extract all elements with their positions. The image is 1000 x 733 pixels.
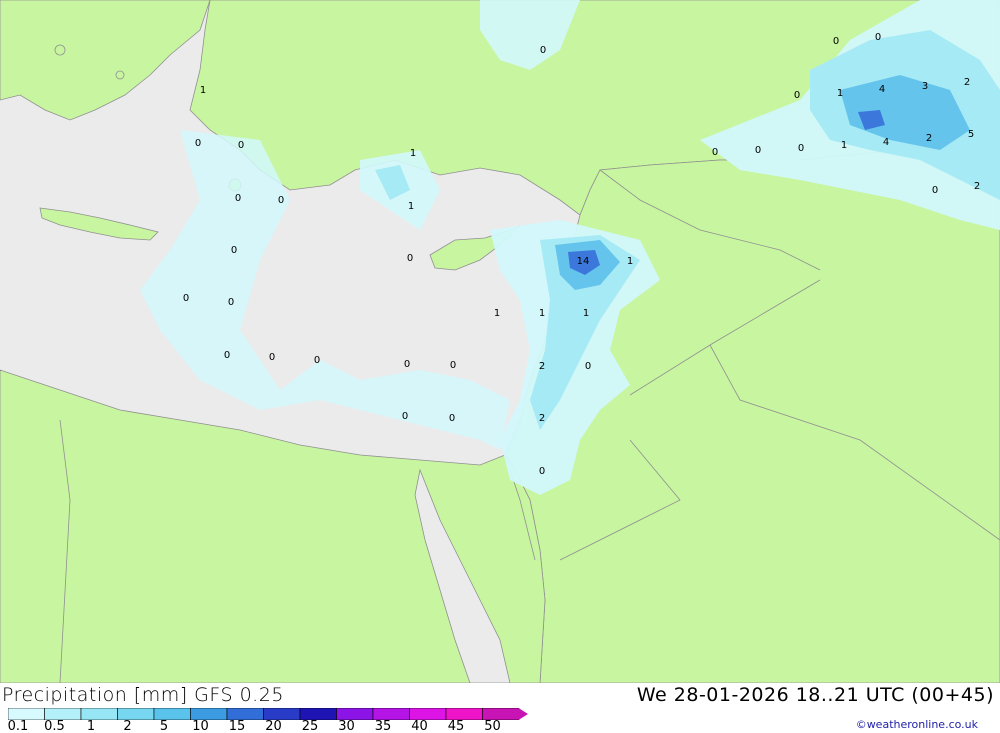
colorbar-ticks: 0.1 0.5 1 2 5 10 15 20 25 30 35 40 45 50 [0, 719, 520, 733]
precip-value-label: 1 [410, 148, 416, 159]
precip-value-label: 0 [450, 360, 456, 371]
precip-value-label: 2 [974, 181, 980, 192]
precip-value-label: 0 [407, 253, 413, 264]
precip-value-label: 4 [879, 84, 885, 95]
precip-value-label: 1 [583, 308, 589, 319]
precip-value-label: 0 [228, 297, 234, 308]
precip-value-label: 2 [926, 133, 932, 144]
precip-value-label: 5 [968, 129, 974, 140]
colorbar-tick-label: 0.5 [44, 719, 65, 733]
map-footer: Precipitation [mm] GFS 0.25 We 28-01-202… [0, 683, 1000, 733]
precip-value-label: 3 [922, 81, 928, 92]
precip-value-label: 0 [235, 193, 241, 204]
colorbar-tick-label: 40 [411, 719, 428, 733]
precip-value-label: 0 [755, 145, 761, 156]
precip-value-label: 0 [794, 90, 800, 101]
precip-value-label: 0 [238, 140, 244, 151]
precip-value-label: 0 [224, 350, 230, 361]
site-credit: ©weatheronline.co.uk [855, 718, 978, 731]
colorbar-tick-label: 35 [374, 719, 392, 733]
island-aegean [54, 44, 66, 56]
precip-value-label: 2 [539, 361, 545, 372]
precip-value-label: 0 [875, 32, 881, 43]
precip-value-label: 1 [841, 140, 847, 151]
precip-value-label: 0 [932, 185, 938, 196]
precip-value-label: 0 [585, 361, 591, 372]
precip-value-label: 1 [494, 308, 500, 319]
island-aegean [115, 70, 125, 80]
precip-value-label: 1 [837, 88, 843, 99]
colorbar-tick-label: 15 [228, 719, 246, 733]
colorbar-tick-label: 30 [338, 719, 355, 733]
precip-value-label: 0 [269, 352, 275, 363]
precip-value-label: 0 [278, 195, 284, 206]
precip-value-label: 14 [577, 256, 590, 267]
precip-value-label: 4 [883, 137, 889, 148]
precip-value-label: 0 [539, 466, 545, 477]
precip-value-label: 0 [402, 411, 408, 422]
colorbar-tick-label: 10 [192, 719, 209, 733]
precip-value-label: 0 [231, 245, 237, 256]
precip-value-label: 2 [539, 413, 545, 424]
colorbar-tick-label: 20 [265, 719, 282, 733]
colorbar-tick-label: 45 [447, 719, 465, 733]
precip-value-label: 0 [798, 143, 804, 154]
precip-value-label: 1 [539, 308, 545, 319]
precip-value-label: 0 [712, 147, 718, 158]
precip-value-label: 0 [195, 138, 201, 149]
precip-value-label: 0 [183, 293, 189, 304]
precipitation-map: 0 1 0 0 0 0 0 0 0 0 0 0 0 0 0 0 0 1 1 0 … [0, 0, 1000, 683]
colorbar-tick-label: 25 [301, 719, 319, 733]
precip-value-label: 0 [540, 45, 546, 56]
colorbar-tick-label: 2 [123, 719, 132, 733]
colorbar-tick-label: 5 [159, 719, 169, 733]
precip-value-label: 0 [404, 359, 410, 370]
weather-map-view: 0 1 0 0 0 0 0 0 0 0 0 0 0 0 0 0 0 1 1 0 … [0, 0, 1000, 733]
precip-value-label: 0 [833, 36, 839, 47]
precip-value-label: 0 [314, 355, 320, 366]
precip-value-label: 1 [627, 256, 633, 267]
colorbar-tick-label: 50 [484, 719, 501, 733]
colorbar-tick-label: 1 [86, 719, 96, 733]
colorbar-tick-label: 0.1 [7, 719, 29, 733]
precip-value-label: 1 [200, 85, 206, 96]
precip-value-label: 1 [408, 201, 414, 212]
forecast-time: We 28-01-2026 18..21 UTC (00+45) [636, 684, 994, 706]
precip-value-label: 0 [449, 413, 455, 424]
precip-value-label: 2 [964, 77, 970, 88]
map-title: Precipitation [mm] GFS 0.25 [2, 684, 284, 706]
